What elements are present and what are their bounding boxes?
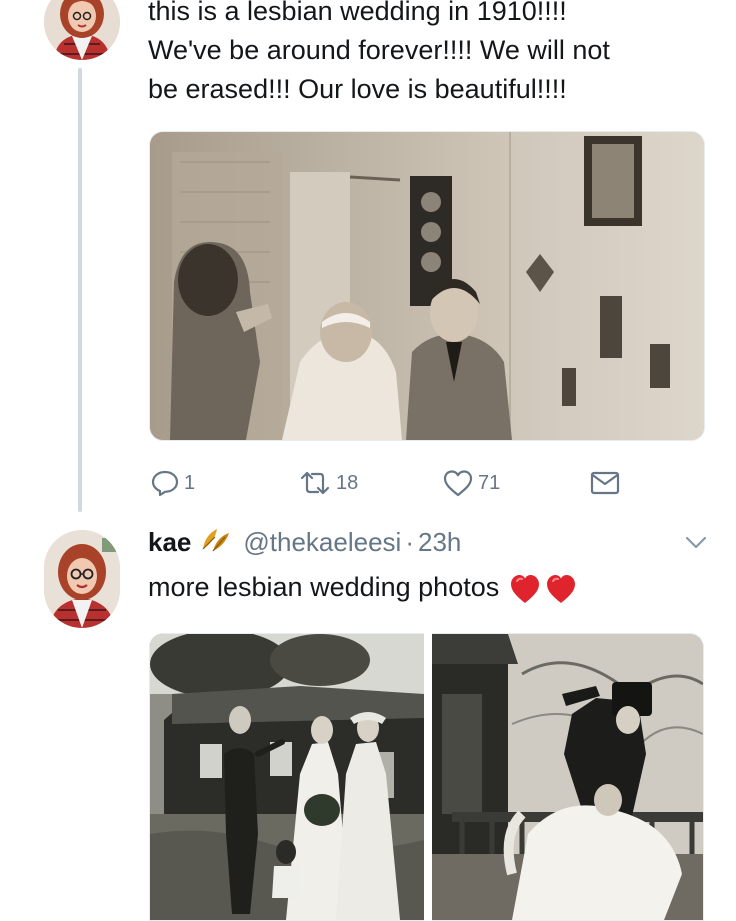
more-options-button[interactable] <box>682 530 710 554</box>
tweet-photo[interactable] <box>149 131 705 441</box>
like-count: 71 <box>478 471 501 494</box>
leaf-emoji-icon <box>199 525 231 560</box>
chevron-down-icon <box>685 536 707 549</box>
separator-dot: · <box>405 526 414 557</box>
reply-icon <box>151 470 179 497</box>
vintage-wedding-photo <box>150 132 704 440</box>
tweet-text: more lesbian wedding photos <box>148 568 577 607</box>
display-name[interactable]: kae <box>148 527 191 558</box>
message-icon <box>590 471 620 495</box>
retweet-icon <box>300 471 330 495</box>
tweet-text-line-2: We've be around forever!!!! We will not <box>148 35 610 65</box>
timestamp[interactable]: 23h <box>418 527 461 558</box>
avatar-image <box>44 0 120 60</box>
avatar-image <box>44 530 120 628</box>
outdoor-wedding-photo <box>150 634 424 920</box>
reply-button[interactable]: 1 <box>150 466 195 500</box>
tweet-text-content: more lesbian wedding photos <box>148 572 500 602</box>
tweet-text-line-1: this is a lesbian wedding in 1910!!!! <box>148 0 567 26</box>
direct-message-button[interactable] <box>590 466 620 500</box>
username-handle[interactable]: @thekaeleesi <box>243 527 401 558</box>
retweet-count: 18 <box>336 471 359 494</box>
dip-kiss-wedding-photo <box>432 634 703 920</box>
reply-count: 1 <box>184 471 196 494</box>
tweet-photo-2[interactable] <box>432 633 704 921</box>
avatar[interactable] <box>44 530 120 628</box>
like-button[interactable]: 71 <box>442 466 500 500</box>
retweet-button[interactable]: 18 <box>298 466 358 500</box>
tweet-header: kae @thekaeleesi · 23h <box>148 524 461 560</box>
tweet-text-line-3: be erased!!! Our love is beautiful!!!! <box>148 74 567 104</box>
avatar[interactable] <box>44 0 120 60</box>
heart-emoji-icon <box>509 572 577 606</box>
thread-connector-line <box>78 68 82 512</box>
like-icon <box>443 470 473 497</box>
tweet-photo-1[interactable] <box>149 633 424 921</box>
